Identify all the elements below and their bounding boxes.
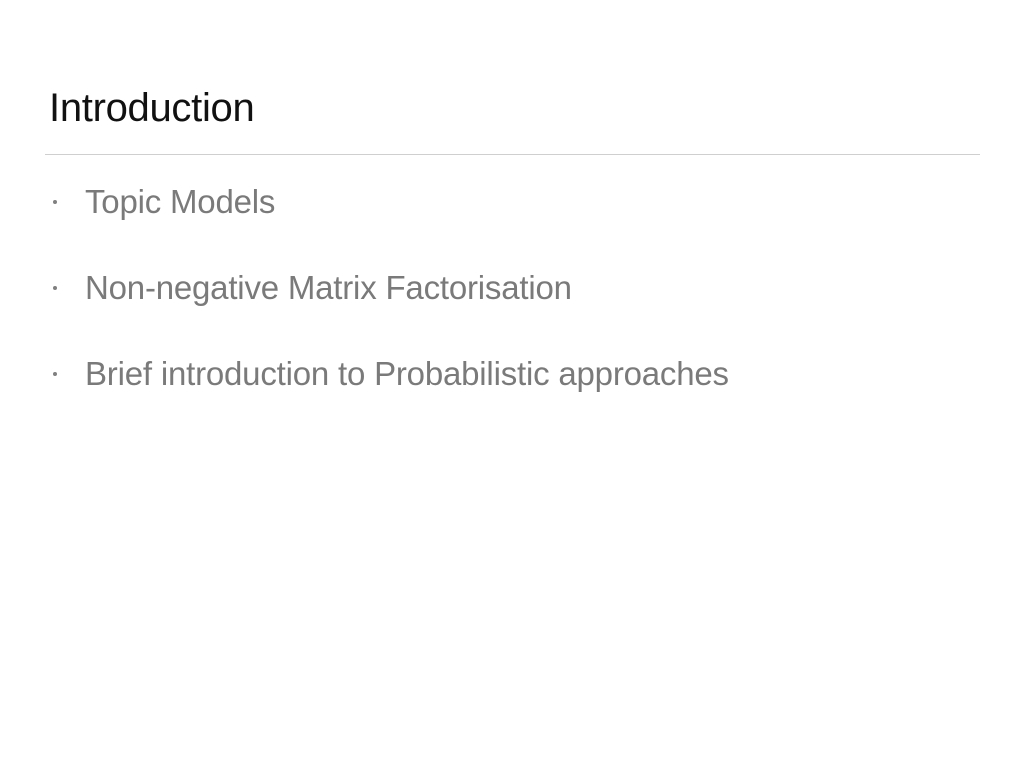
bullet-text: Brief introduction to Probabilistic appr… [85, 355, 729, 392]
bullet-dot-icon [53, 372, 57, 376]
bullet-text: Topic Models [85, 183, 276, 220]
bullet-dot-icon [53, 200, 57, 204]
slide-title: Introduction [49, 86, 255, 130]
title-divider [45, 154, 980, 155]
bullet-text: Non-negative Matrix Factorisation [85, 269, 572, 306]
slide: Introduction Topic Models Non-negative M… [0, 0, 1024, 768]
bullet-dot-icon [53, 286, 57, 290]
